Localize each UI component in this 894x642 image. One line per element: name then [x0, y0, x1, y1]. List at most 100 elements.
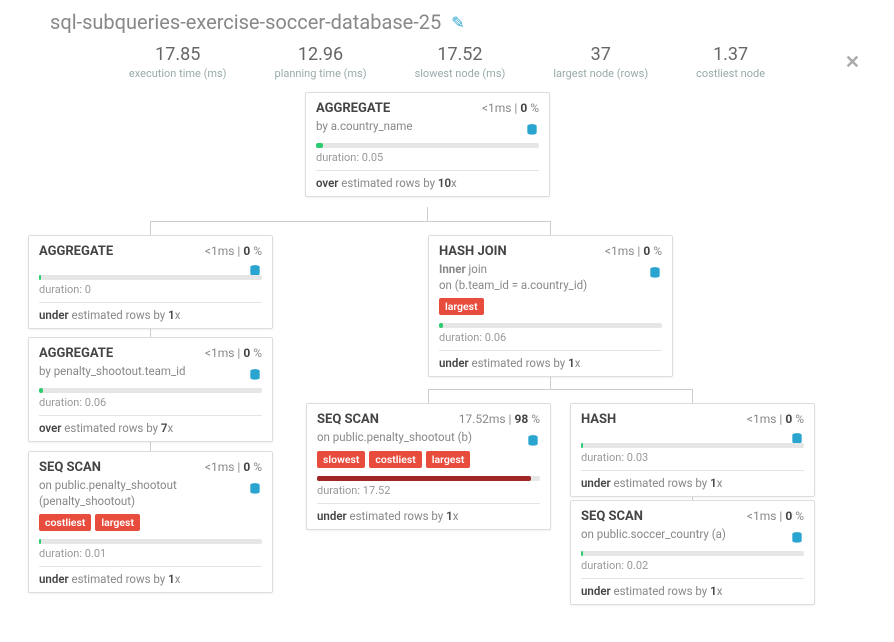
database-icon[interactable] — [248, 368, 262, 386]
node-timing: <1ms | 0 % — [747, 509, 804, 523]
duration-bar — [39, 275, 262, 280]
duration-bar — [317, 476, 540, 481]
node-duration: duration: 0.06 — [439, 331, 662, 344]
database-icon[interactable] — [248, 482, 262, 500]
node-timing: <1ms | 0 % — [482, 101, 539, 115]
tag-costliest: costliest — [369, 451, 421, 468]
tag-slowest: slowest — [317, 451, 365, 468]
node-title: HASH JOIN — [439, 244, 507, 259]
plan-node-hash[interactable]: HASH <1ms | 0 % duration: 0.03 under est… — [570, 403, 815, 497]
node-timing: <1ms | 0 % — [205, 244, 262, 258]
node-estimate: under estimated rows by 1x — [317, 503, 540, 523]
connector — [550, 221, 551, 235]
stat-label: costliest node — [696, 67, 765, 80]
node-title: AGGREGATE — [39, 346, 113, 361]
node-duration: duration: 0.05 — [316, 151, 539, 164]
node-duration: duration: 0.06 — [39, 396, 262, 409]
stat-label: largest node (rows) — [553, 67, 648, 80]
page-title: sql-subqueries-exercise-soccer-database-… — [50, 10, 441, 34]
node-header: AGGREGATE <1ms | 0 % — [316, 101, 539, 116]
plan-tree: AGGREGATE <1ms | 0 % by a.country_name d… — [0, 92, 894, 632]
connector — [428, 389, 429, 403]
node-estimate: over estimated rows by 7x — [39, 415, 262, 435]
node-duration: duration: 0.03 — [581, 451, 804, 464]
duration-bar — [439, 323, 662, 328]
plan-node-seq-scan-1[interactable]: SEQ SCAN <1ms | 0 % on public.penalty_sh… — [28, 451, 273, 593]
stat-slowest-node: 17.52 slowest node (ms) — [415, 44, 506, 80]
node-duration: duration: 0 — [39, 283, 262, 296]
stat-value: 17.52 — [415, 44, 506, 65]
stat-label: slowest node (ms) — [415, 67, 506, 80]
node-timing: <1ms | 0 % — [205, 460, 262, 474]
page-title-row: sql-subqueries-exercise-soccer-database-… — [0, 0, 894, 38]
node-title: AGGREGATE — [39, 244, 113, 259]
edit-icon[interactable]: ✎ — [451, 13, 464, 32]
tag-costliest: costliest — [39, 514, 91, 531]
stat-planning-time: 12.96 planning time (ms) — [275, 44, 367, 80]
node-estimate: under estimated rows by 1x — [439, 350, 662, 370]
node-estimate: under estimated rows by 1x — [39, 302, 262, 322]
node-timing: <1ms | 0 % — [605, 244, 662, 258]
node-timing: <1ms | 0 % — [747, 412, 804, 426]
duration-bar — [316, 143, 539, 148]
node-header: SEQ SCAN 17.52ms | 98 % — [317, 412, 540, 427]
tag-largest: largest — [439, 298, 484, 315]
node-subtitle: by a.country_name — [316, 119, 539, 135]
node-subtitle: by penalty_shootout.team_id — [39, 364, 262, 380]
duration-bar — [39, 388, 262, 393]
node-title: SEQ SCAN — [581, 509, 643, 524]
node-header: SEQ SCAN <1ms | 0 % — [581, 509, 804, 524]
stat-largest-node: 37 largest node (rows) — [553, 44, 648, 80]
stat-execution-time: 17.85 execution time (ms) — [129, 44, 227, 80]
plan-node-seq-scan-2[interactable]: SEQ SCAN 17.52ms | 98 % on public.penalt… — [306, 403, 551, 530]
node-title: SEQ SCAN — [39, 460, 101, 475]
node-header: HASH <1ms | 0 % — [581, 412, 804, 427]
node-duration: duration: 17.52 — [317, 484, 540, 497]
node-title: SEQ SCAN — [317, 412, 379, 427]
stat-value: 37 — [553, 44, 648, 65]
node-header: HASH JOIN <1ms | 0 % — [439, 244, 662, 259]
node-header: SEQ SCAN <1ms | 0 % — [39, 460, 262, 475]
node-duration: duration: 0.01 — [39, 547, 262, 560]
stat-value: 1.37 — [696, 44, 765, 65]
plan-node-aggregate-2[interactable]: AGGREGATE <1ms | 0 % duration: 0 under e… — [28, 235, 273, 329]
node-header: AGGREGATE <1ms | 0 % — [39, 244, 262, 259]
node-estimate: under estimated rows by 1x — [581, 470, 804, 490]
close-icon[interactable]: ✕ — [845, 52, 860, 73]
node-tags: slowest costliest largest — [317, 451, 540, 468]
node-header: AGGREGATE <1ms | 0 % — [39, 346, 262, 361]
duration-bar — [39, 539, 262, 544]
tag-largest: largest — [95, 514, 140, 531]
duration-bar — [581, 551, 804, 556]
node-subtitle: on public.penalty_shootout (b) — [317, 430, 540, 446]
node-estimate: under estimated rows by 1x — [581, 578, 804, 598]
stat-label: execution time (ms) — [129, 67, 227, 80]
stat-value: 17.85 — [129, 44, 227, 65]
node-timing: 17.52ms | 98 % — [459, 412, 540, 426]
duration-bar — [581, 443, 804, 448]
stat-costliest-node: 1.37 costliest node — [696, 44, 765, 80]
database-icon[interactable] — [790, 531, 804, 549]
database-icon[interactable] — [525, 123, 539, 141]
stat-label: planning time (ms) — [275, 67, 367, 80]
plan-node-hash-join[interactable]: HASH JOIN <1ms | 0 % Inner joinon (b.tea… — [428, 235, 673, 377]
node-title: AGGREGATE — [316, 101, 390, 116]
plan-node-aggregate-root[interactable]: AGGREGATE <1ms | 0 % by a.country_name d… — [305, 92, 550, 197]
node-subtitle: on public.penalty_shootout (penalty_shoo… — [39, 478, 262, 509]
stat-value: 12.96 — [275, 44, 367, 65]
node-subtitle: on public.soccer_country (a) — [581, 527, 804, 543]
connector — [150, 221, 151, 235]
database-icon[interactable] — [648, 266, 662, 284]
node-tags: costliest largest — [39, 514, 262, 531]
node-tags: largest — [439, 298, 662, 315]
connector — [427, 207, 428, 221]
connector — [692, 389, 693, 403]
node-estimate: over estimated rows by 10x — [316, 170, 539, 190]
database-icon[interactable] — [526, 434, 540, 452]
plan-node-aggregate-3[interactable]: AGGREGATE <1ms | 0 % by penalty_shootout… — [28, 337, 273, 442]
node-title: HASH — [581, 412, 616, 427]
plan-node-seq-scan-3[interactable]: SEQ SCAN <1ms | 0 % on public.soccer_cou… — [570, 500, 815, 605]
connector — [150, 221, 550, 222]
node-subtitle: Inner joinon (b.team_id = a.country_id) — [439, 262, 662, 293]
connector — [428, 389, 692, 390]
